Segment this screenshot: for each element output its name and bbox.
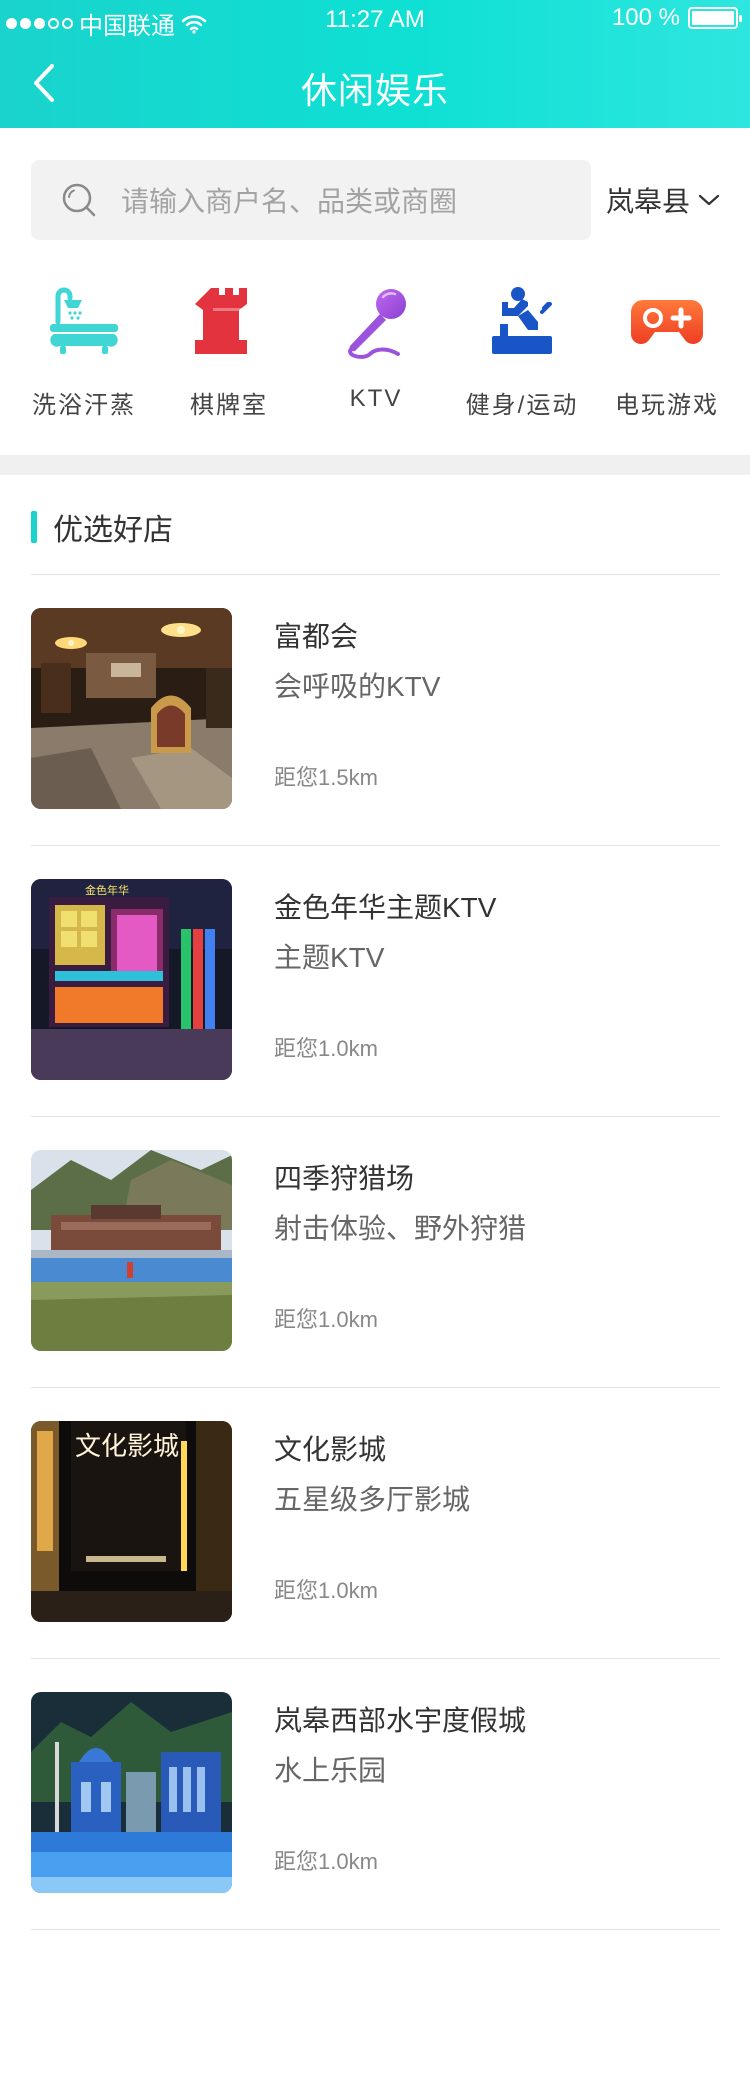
hunting-ground-photo [31, 1150, 232, 1351]
search-row: 请输入商户名、品类或商圈 岚皋县 [0, 128, 750, 258]
shop-desc: 主题KTV [274, 942, 385, 973]
shop-item[interactable]: 金色年华 金色年华主题KTV 主题KTV 距您1.0km [0, 846, 750, 1117]
gamepad-icon [631, 300, 703, 344]
battery-icon [688, 7, 742, 29]
cinema-sign-photo: 文化影城 [31, 1421, 232, 1622]
nav-bar: 休闲娱乐 [0, 40, 750, 128]
category-label: KTV [349, 385, 403, 412]
shop-distance: 距您1.0km [274, 1578, 378, 1603]
shop-name: 文化影城 [274, 1434, 387, 1465]
shop-desc: 会呼吸的KTV [274, 671, 441, 702]
shop-item[interactable]: 岚皋西部水宇度假城 水上乐园 距您1.0km [0, 1659, 750, 1930]
store-sign-text: 金色年华 [85, 883, 129, 897]
shop-distance: 距您1.0km [274, 1036, 378, 1061]
county-label: 岚皋县 [606, 186, 691, 217]
app-header: 中国联通 11:27 AM 100 % 休闲娱乐 [0, 0, 750, 128]
shop-desc: 射击体验、野外狩猎 [274, 1213, 527, 1244]
section-title: 优选好店 [53, 514, 173, 547]
divider [31, 1929, 720, 1930]
category-chess[interactable]: 棋牌室 [159, 270, 299, 420]
search-input[interactable]: 请输入商户名、品类或商圈 [31, 160, 591, 240]
shop-name: 金色年华主题KTV [274, 892, 497, 923]
microphone-icon [348, 289, 406, 359]
shop-item[interactable]: 四季狩猎场 射击体验、野外狩猎 距您1.0km [0, 1117, 750, 1388]
battery-percent: 100 % [611, 4, 680, 31]
section-accent-bar [31, 511, 37, 543]
shop-distance: 距您1.0km [274, 1307, 378, 1332]
shop-name: 岚皋西部水宇度假城 [274, 1705, 527, 1736]
category-fitness[interactable]: 健身/运动 [452, 270, 592, 420]
water-park-photo [31, 1692, 232, 1893]
shop-desc: 水上乐园 [274, 1755, 387, 1786]
county-dropdown[interactable]: 岚皋县 [606, 180, 720, 220]
shop-item[interactable]: 文化影城 文化影城 五星级多厅影城 距您1.0km [0, 1388, 750, 1659]
category-label: 洗浴汗蒸 [32, 392, 136, 419]
category-games[interactable]: 电玩游戏 [597, 270, 737, 420]
section-header: 优选好店 [0, 475, 750, 575]
category-ktv[interactable]: KTV [306, 270, 446, 413]
shop-distance: 距您1.0km [274, 1849, 378, 1874]
category-bath[interactable]: 洗浴汗蒸 [14, 270, 154, 420]
bathtub-icon [50, 287, 118, 354]
search-icon [62, 183, 96, 217]
shop-desc: 五星级多厅影城 [274, 1484, 471, 1515]
category-label: 电玩游戏 [615, 392, 719, 419]
page-title: 休闲娱乐 [300, 70, 449, 111]
category-grid: 洗浴汗蒸 棋牌室 KTV 健身/运动 电玩游戏 [0, 270, 750, 440]
shop-name: 四季狩猎场 [274, 1163, 415, 1194]
status-bar: 中国联通 11:27 AM 100 % [0, 0, 750, 40]
status-right: 100 % [611, 4, 742, 32]
shop-name: 富都会 [274, 621, 359, 652]
ktv-storefront-photo: 金色年华 [31, 879, 232, 1080]
chevron-down-icon [698, 194, 720, 206]
shop-distance: 距您1.5km [274, 765, 378, 790]
chess-rook-icon [195, 288, 247, 354]
category-label: 棋牌室 [190, 392, 268, 419]
cinema-sign-text: 文化影城 [75, 1432, 179, 1462]
category-label: 健身/运动 [465, 392, 579, 419]
ktv-lobby-photo [31, 608, 232, 809]
shop-item[interactable]: 富都会 会呼吸的KTV 距您1.5km [0, 575, 750, 846]
search-placeholder: 请输入商户名、品类或商圈 [121, 186, 458, 217]
fitness-icon [492, 287, 552, 354]
section-divider [0, 455, 750, 475]
